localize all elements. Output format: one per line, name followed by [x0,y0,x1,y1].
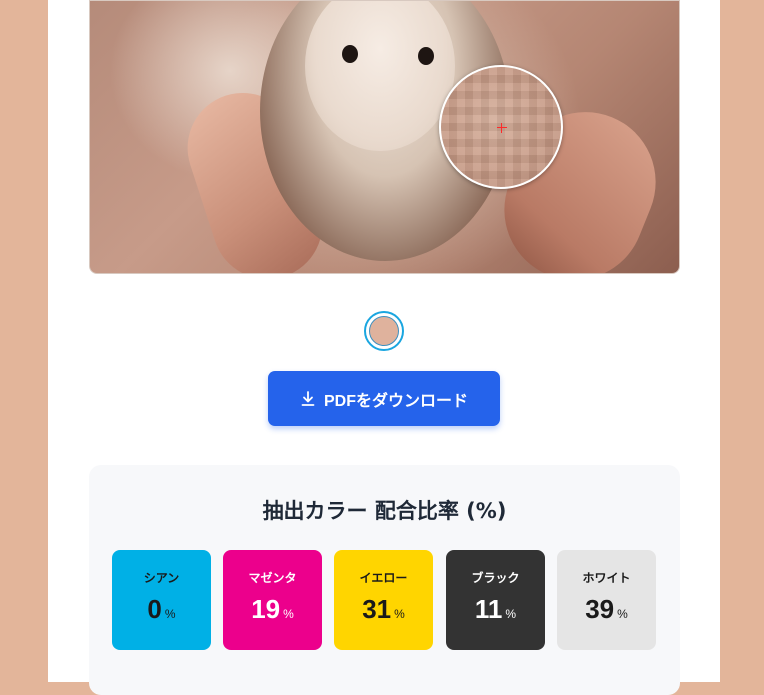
tile-number: 39 [585,594,615,624]
tile-label: イエロー [359,571,408,585]
tile-yellow: イエロー 31% [334,550,433,650]
magnifier-loupe [439,65,563,189]
tile-label: マゼンタ [248,571,297,585]
tile-number: 19 [251,594,281,624]
tile-number: 0 [147,594,162,624]
tile-black: ブラック 11% [446,550,545,650]
download-icon [301,390,315,406]
tile-value: 0% [112,594,211,625]
tile-label: ブラック [471,571,520,585]
tile-number: 31 [362,594,392,624]
tile-value: 19% [223,594,322,625]
tile-unit: % [617,607,628,621]
tile-value: 31% [334,594,433,625]
color-ratio-card: 抽出カラー 配合比率 (%) シアン 0% マゼンタ 19% イエロー 31% … [89,465,680,695]
tile-unit: % [164,607,176,621]
tile-number: 11 [474,594,503,624]
ratio-title: 抽出カラー 配合比率 (%) [262,499,507,523]
tile-magenta: マゼンタ 19% [223,550,322,650]
tile-unit: % [505,607,517,621]
tile-white: ホワイト 39% [557,550,656,650]
tile-unit: % [394,607,405,621]
tile-label: ホワイト [582,571,631,585]
tile-value: 39% [557,594,656,625]
source-image[interactable] [89,0,680,274]
tile-value: 11% [446,594,545,625]
tile-label: シアン [143,571,180,585]
picked-color-swatch [364,311,404,351]
ratio-tiles: シアン 0% マゼンタ 19% イエロー 31% ブラック 11% ホワイト 3… [112,550,657,650]
download-pdf-label: PDFをダウンロード [323,392,468,410]
hedgehog-eye-right [418,47,434,65]
crosshair-icon [497,123,507,133]
download-pdf-button[interactable]: PDFをダウンロード [268,371,500,426]
tile-unit: % [283,607,294,621]
hedgehog-eye-left [342,45,358,63]
tile-cyan: シアン 0% [112,550,211,650]
picked-color-fill [369,316,399,346]
